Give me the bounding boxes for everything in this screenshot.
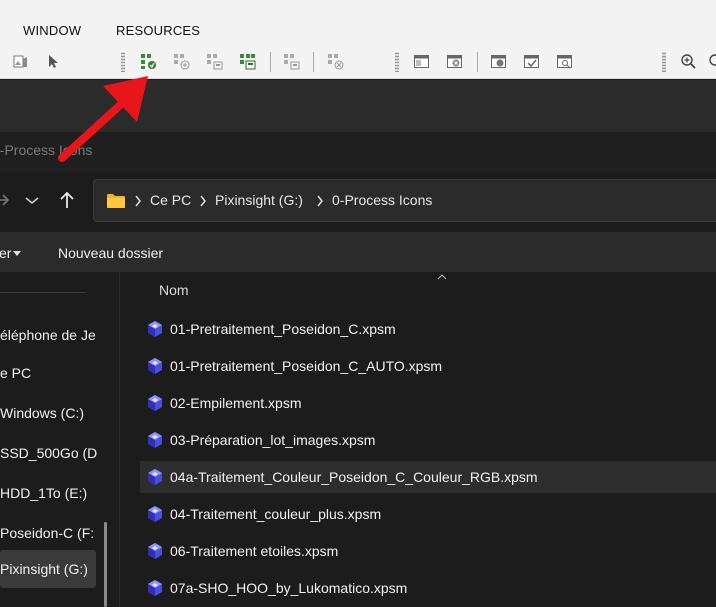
window-title-bar: 0-Process Icons [0,132,716,170]
column-header-name[interactable]: Nom [159,282,189,298]
table-row[interactable]: 07a-SHO_HOO_by_Lukomatico.xpsm [140,572,716,604]
file-list-pane: Nom 01-Pretraitement_Poseidon_C.xpsm 01-P… [120,272,716,607]
file-name: 06-Traitement etoiles.xpsm [170,543,339,559]
workspace-icon[interactable] [413,53,430,70]
up-arrow-icon[interactable] [55,188,79,212]
app-menubar: WINDOW RESOURCES [0,0,716,45]
xpsm-file-icon [148,543,162,559]
nav-scrollbar[interactable] [104,522,107,607]
file-name: 04-Traitement_couleur_plus.xpsm [170,506,382,522]
toolbar-separator [477,52,478,72]
xpsm-file-icon [148,321,162,337]
sort-button[interactable]: er [0,245,11,261]
save-selected-icons-icon[interactable] [283,53,300,70]
image-search-icon[interactable] [556,53,573,70]
menu-window[interactable]: WINDOW [23,23,81,38]
pointer-icon[interactable] [45,53,62,70]
breadcrumb-ce-pc[interactable]: Ce PC [150,192,191,208]
zoom-in-icon[interactable] [680,53,697,70]
sidebar-item[interactable]: Windows (C:) [0,402,98,424]
address-bar[interactable]: Ce PC Pixinsight (G:) 0-Process Icons [93,179,716,222]
xpsm-file-icon [148,358,162,374]
file-name: 07a-SHO_HOO_by_Lukomatico.xpsm [170,580,408,596]
file-name: 01-Pretraitement_Poseidon_C.xpsm [170,321,396,337]
table-row[interactable]: 04-Traitement_couleur_plus.xpsm [140,498,716,530]
table-row[interactable]: 04a-Traitement_Couleur_Poseidon_C_Couleu… [140,461,716,493]
chevron-right-icon[interactable] [199,195,207,207]
sidebar-item[interactable]: éléphone de Je [0,324,98,346]
navigation-pane: éléphone de Je e PC Windows (C:) SSD_500Go … [0,272,120,607]
file-name: 04a-Traitement_Couleur_Poseidon_C_Couleu… [170,469,538,485]
folder-icon [107,194,125,208]
toolbar-grip[interactable] [121,52,125,72]
table-row[interactable]: 02-Empilement.xpsm [140,387,716,419]
image-save-icon[interactable] [490,53,507,70]
sidebar-item[interactable]: Pixinsight (G:) [0,550,96,588]
image-icon[interactable] [12,53,29,70]
image-check-icon[interactable] [523,53,540,70]
window-title: 0-Process Icons [0,142,93,158]
toolbar-separator [313,52,314,72]
sidebar-item[interactable]: SSD_500Go (D [0,442,98,464]
window-background [0,80,716,132]
toolbar-grip[interactable] [395,52,399,72]
file-name: 01-Pretraitement_Poseidon_C_AUTO.xpsm [170,358,443,374]
table-row[interactable]: 01-Pretraitement_Poseidon_C.xpsm [140,313,716,345]
new-folder-button[interactable]: Nouveau dossier [58,245,163,261]
chevron-right-icon[interactable] [134,195,142,207]
chevron-right-icon[interactable] [316,195,324,207]
xpsm-file-icon [148,469,162,485]
sidebar-item[interactable]: HDD_1To (E:) [0,482,98,504]
xpsm-file-icon [148,506,162,522]
save-process-icons-icon[interactable] [239,53,256,70]
table-row[interactable]: 06-Traitement etoiles.xpsm [140,535,716,567]
nav-divider [0,292,86,293]
command-bar: er Nouveau dossier [0,232,716,272]
dropdown-caret-icon[interactable] [13,251,21,256]
forward-arrow-icon[interactable] [0,188,14,212]
sort-ascending-icon [437,274,447,280]
sidebar-item[interactable]: Poseidon-C (F: [0,522,98,544]
breadcrumb-pixinsight[interactable]: Pixinsight (G:) [215,192,303,208]
zoom-out-icon[interactable] [708,53,716,70]
add-process-icon[interactable] [173,53,190,70]
menu-resources[interactable]: RESOURCES [116,23,200,38]
xpsm-file-icon [148,432,162,448]
xpsm-file-icon [148,395,162,411]
merge-process-icons-icon[interactable] [206,53,223,70]
toolbar-separator [270,52,271,72]
toolbar-grip[interactable] [662,52,666,72]
load-process-icons-icon[interactable] [140,53,157,70]
chevron-down-icon[interactable] [20,188,44,212]
delete-process-icons-icon[interactable] [327,53,344,70]
xpsm-file-icon [148,580,162,596]
file-name: 03-Préparation_lot_images.xpsm [170,432,376,448]
table-row[interactable]: 01-Pretraitement_Poseidon_C_AUTO.xpsm [140,350,716,382]
breadcrumb-process-icons[interactable]: 0-Process Icons [332,192,432,208]
sidebar-item[interactable]: e PC [0,362,98,384]
app-toolbar [0,45,716,79]
file-name: 02-Empilement.xpsm [170,395,302,411]
table-row[interactable]: 03-Préparation_lot_images.xpsm [140,424,716,456]
close-workspace-icon[interactable] [446,53,463,70]
